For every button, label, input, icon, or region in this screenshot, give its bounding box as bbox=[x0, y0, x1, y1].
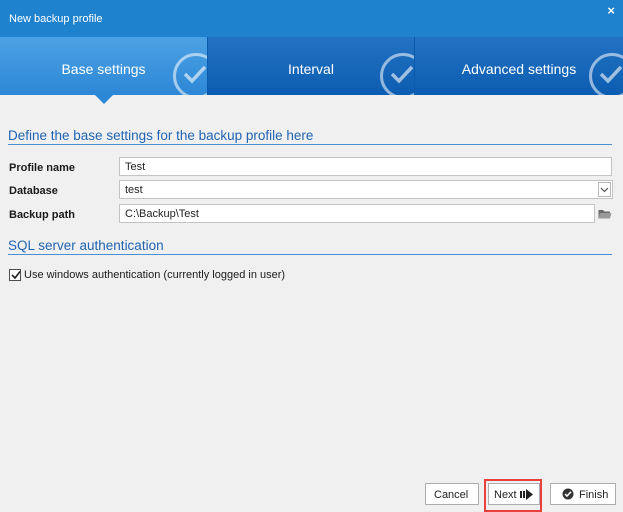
check-circle-icon bbox=[589, 53, 623, 95]
windows-auth-checkbox[interactable] bbox=[9, 269, 21, 281]
step-interval[interactable]: Interval bbox=[208, 37, 414, 95]
database-label: Database bbox=[9, 185, 58, 197]
check-circle-icon bbox=[173, 53, 207, 95]
backup-path-value: C:\Backup\Test bbox=[125, 208, 199, 220]
database-value: test bbox=[125, 184, 143, 196]
cancel-button[interactable]: Cancel bbox=[425, 483, 479, 505]
backup-path-input[interactable]: C:\Backup\Test bbox=[119, 204, 595, 223]
window-title: New backup profile bbox=[9, 13, 103, 25]
database-select[interactable]: test bbox=[119, 180, 613, 199]
chevron-down-icon[interactable] bbox=[598, 182, 611, 197]
profile-name-value: Test bbox=[125, 161, 146, 173]
finish-label: Finish bbox=[579, 489, 609, 501]
cancel-label: Cancel bbox=[434, 489, 469, 501]
base-settings-heading: Define the base settings for the backup … bbox=[8, 128, 612, 145]
title-bar: New backup profile × bbox=[0, 0, 623, 37]
next-button-highlight bbox=[484, 479, 542, 512]
active-step-pointer bbox=[95, 95, 113, 104]
profile-name-input[interactable]: Test bbox=[119, 157, 612, 176]
step-base-settings[interactable]: Base settings bbox=[0, 37, 207, 95]
windows-auth-label[interactable]: Use windows authentication (currently lo… bbox=[24, 269, 285, 281]
folder-browse-icon[interactable] bbox=[598, 208, 612, 223]
sql-auth-heading: SQL server authentication bbox=[8, 238, 612, 255]
close-icon[interactable]: × bbox=[607, 3, 615, 18]
profile-name-label: Profile name bbox=[9, 162, 76, 174]
finish-button[interactable]: Finish bbox=[550, 483, 616, 505]
backup-path-label: Backup path bbox=[9, 209, 76, 221]
check-circle-icon bbox=[380, 53, 414, 95]
wizard-steps: Base settings Interval Advanced settings bbox=[0, 37, 623, 95]
step-advanced-settings[interactable]: Advanced settings bbox=[415, 37, 623, 95]
check-circle-icon bbox=[562, 488, 574, 503]
